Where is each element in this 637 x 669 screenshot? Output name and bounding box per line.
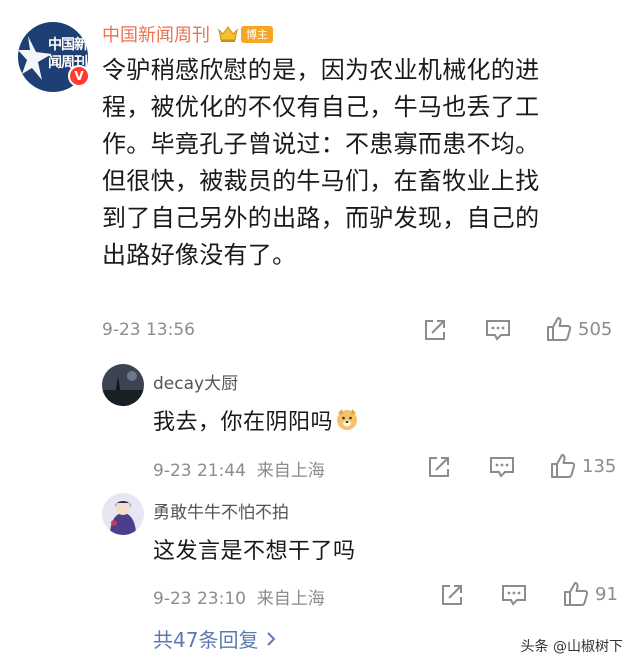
comment-icon bbox=[486, 320, 510, 341]
crown-icon bbox=[218, 25, 238, 43]
comment-button[interactable] bbox=[501, 583, 527, 607]
reply-time: 9-23 21:44 来自上海 bbox=[153, 456, 325, 481]
like-count: 135 bbox=[582, 455, 617, 477]
author-name[interactable]: 中国新闻周刊 bbox=[102, 21, 210, 47]
verified-badge: V bbox=[68, 65, 90, 87]
like-count: 91 bbox=[595, 583, 618, 605]
share-button[interactable] bbox=[427, 455, 451, 479]
like-button[interactable]: 91 bbox=[563, 581, 618, 607]
share-button[interactable] bbox=[440, 583, 464, 607]
post-line: 但很快，被裁员的牛马们，在畜牧业上找 bbox=[102, 167, 540, 195]
reply-avatar[interactable] bbox=[102, 493, 144, 535]
post-body: 令驴稍感欣慰的是，因为农业机械化的进 程，被优化的不仅有自己，牛马也丢了工 作。… bbox=[102, 52, 622, 274]
reply-text: 我去，你在阴阳吗 bbox=[153, 404, 359, 437]
more-replies-link[interactable]: 共47条回复 bbox=[153, 624, 276, 653]
post-line: 作。毕竟孔子曾说过：不患寡而患不均。 bbox=[102, 130, 540, 158]
post-line: 令驴稍感欣慰的是，因为农业机械化的进 bbox=[102, 56, 540, 84]
reply-time-text: 9-23 23:10 bbox=[153, 589, 246, 609]
thumbs-up-icon bbox=[551, 454, 576, 478]
share-icon bbox=[442, 585, 462, 605]
share-icon bbox=[429, 457, 449, 477]
post-line: 到了自己另外的出路，而驴发现，自己的 bbox=[102, 204, 540, 232]
reply-author-name[interactable]: 勇敢牛牛不怕不拍 bbox=[153, 498, 289, 523]
like-button[interactable]: 135 bbox=[550, 453, 616, 479]
doge-emoji-icon bbox=[335, 407, 359, 437]
thumbs-up-icon bbox=[564, 582, 589, 606]
more-replies-label: 共47条回复 bbox=[153, 628, 259, 652]
comment-icon bbox=[490, 457, 514, 478]
thumbs-up-icon bbox=[547, 317, 572, 341]
post-line: 出路好像没有了。 bbox=[102, 241, 297, 269]
reply-text-content: 我去，你在阴阳吗 bbox=[153, 410, 334, 435]
post-line: 程，被优化的不仅有自己，牛马也丢了工 bbox=[102, 93, 540, 121]
author-badge: 博主 bbox=[241, 25, 273, 43]
share-icon bbox=[425, 320, 445, 340]
chevron-right-icon bbox=[267, 631, 276, 646]
reply-text: 这发言是不想干了吗 bbox=[153, 539, 356, 564]
reply-avatar[interactable] bbox=[102, 364, 144, 406]
reply-author-name[interactable]: decay大厨 bbox=[153, 369, 238, 394]
share-button[interactable] bbox=[423, 318, 447, 342]
like-count: 505 bbox=[578, 318, 613, 340]
reply-time: 9-23 23:10 来自上海 bbox=[153, 584, 325, 609]
author-row: 中国新闻周刊 博主 bbox=[102, 20, 273, 48]
like-button[interactable]: 505 bbox=[546, 316, 612, 342]
reply-location: 来自上海 bbox=[256, 461, 325, 481]
comment-icon bbox=[502, 585, 526, 606]
reply-location: 来自上海 bbox=[256, 589, 325, 609]
post-time: 9-23 13:56 bbox=[102, 320, 195, 340]
reply-time-text: 9-23 21:44 bbox=[153, 461, 246, 481]
comment-button[interactable] bbox=[485, 318, 511, 342]
watermark: 头条 @山椒树下 bbox=[516, 634, 627, 658]
comment-button[interactable] bbox=[489, 455, 515, 479]
